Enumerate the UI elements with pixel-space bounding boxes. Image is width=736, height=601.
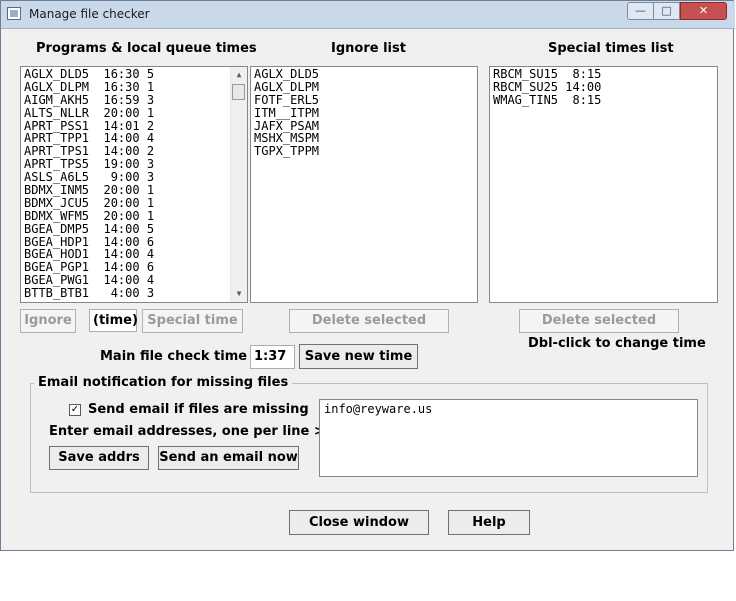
time-input[interactable]: (time) — [89, 309, 138, 332]
email-group-title: Email notification for missing files — [34, 375, 293, 390]
window-title: Manage file checker — [29, 7, 150, 21]
special-times-heading: Special times list — [548, 41, 674, 56]
dblclick-hint: Dbl-click to change time — [528, 336, 706, 351]
scroll-up-arrow-icon[interactable]: ▲ — [231, 68, 247, 82]
list-item[interactable]: ITM__ITPM — [254, 106, 477, 120]
email-addresses-textarea[interactable]: info@reyware.us — [319, 399, 698, 477]
ignore-list[interactable]: AGLX_DLD5 AGLX_DLPM FOTF_ERL5 ITM__ITPM JAFX… — [250, 66, 478, 303]
programs-heading: Programs & local queue times — [36, 41, 257, 56]
list-item[interactable]: BGEA_DMP5 14:00 5 — [24, 222, 247, 236]
list-item[interactable]: RBCM_SU25 14:00 — [493, 80, 717, 94]
checkmark-icon: ✓ — [70, 404, 80, 415]
save-addrs-button[interactable]: Save addrs — [49, 446, 149, 470]
programs-scrollbar[interactable]: ▲ ▼ — [230, 67, 247, 302]
save-new-time-button[interactable]: Save new time — [299, 344, 418, 369]
title-bar: Manage file checker — □ ✕ — [1, 1, 735, 29]
special-delete-selected-button[interactable]: Delete selected — [519, 309, 679, 333]
list-item[interactable]: TGPX_TPPM — [254, 145, 477, 158]
main-check-time-label: Main file check time is — [100, 349, 264, 364]
app-icon — [7, 7, 21, 20]
close-window-button[interactable]: Close window — [289, 510, 429, 535]
special-time-button[interactable]: Special time — [142, 309, 243, 333]
list-item[interactable]: AGLX_DLD5 16:30 5 — [24, 68, 247, 81]
list-item[interactable]: BDMX_INM5 20:00 1 — [24, 184, 247, 197]
ignore-list-heading: Ignore list — [331, 41, 406, 56]
main-check-time-input[interactable]: 1:37 — [250, 345, 295, 369]
list-item[interactable]: ALTS_NLLR 20:00 1 — [24, 106, 247, 120]
list-item[interactable]: BTTB_BTB1 4:00 3 — [24, 287, 247, 300]
send-email-checkbox[interactable]: ✓ — [69, 404, 81, 416]
list-item[interactable]: AIGM_AKH5 16:59 3 — [24, 93, 247, 107]
send-email-label: Send email if files are missing — [88, 402, 309, 417]
special-rows: RBCM_SU15 8:15 RBCM_SU25 14:00 WMAG_TIN5 8… — [493, 68, 717, 107]
list-item[interactable]: AGLX_DLPM — [254, 80, 477, 94]
list-item[interactable]: RBCM_SU15 8:15 — [493, 68, 717, 81]
scroll-thumb[interactable] — [232, 84, 245, 100]
manage-file-checker-window: Manage file checker — □ ✕ Programs & loc… — [0, 0, 735, 551]
help-button[interactable]: Help — [448, 510, 530, 535]
programs-rows: AGLX_DLD5 16:30 5 AGLX_DLPM 16:30 1 AIGM_A… — [24, 68, 247, 300]
ignore-delete-selected-button[interactable]: Delete selected — [289, 309, 449, 333]
list-item[interactable]: AGLX_DLPM 16:30 1 — [24, 80, 247, 94]
list-item[interactable]: BDMX_JCU5 20:00 1 — [24, 197, 247, 210]
minimize-button[interactable]: — — [627, 2, 654, 20]
send-email-now-button[interactable]: Send an email now — [158, 446, 299, 470]
ignore-button[interactable]: Ignore — [20, 309, 76, 333]
email-instructions: Enter email addresses, one per line >>> — [49, 424, 347, 439]
list-item[interactable]: BDMX_WFM5 20:00 1 — [24, 209, 247, 223]
ignore-rows: AGLX_DLD5 AGLX_DLPM FOTF_ERL5 ITM__ITPM JAFX… — [254, 68, 477, 158]
programs-list[interactable]: AGLX_DLD5 16:30 5 AGLX_DLPM 16:30 1 AIGM_A… — [20, 66, 248, 303]
maximize-button[interactable]: □ — [653, 2, 680, 20]
list-item[interactable]: FOTF_ERL5 — [254, 93, 477, 107]
scroll-down-arrow-icon[interactable]: ▼ — [231, 287, 247, 301]
special-times-list[interactable]: RBCM_SU15 8:15 RBCM_SU25 14:00 WMAG_TIN5 8… — [489, 66, 718, 303]
close-window-x-button[interactable]: ✕ — [680, 2, 727, 20]
list-item[interactable]: WMAG_TIN5 8:15 — [493, 93, 717, 107]
list-item[interactable]: AGLX_DLD5 — [254, 68, 477, 81]
